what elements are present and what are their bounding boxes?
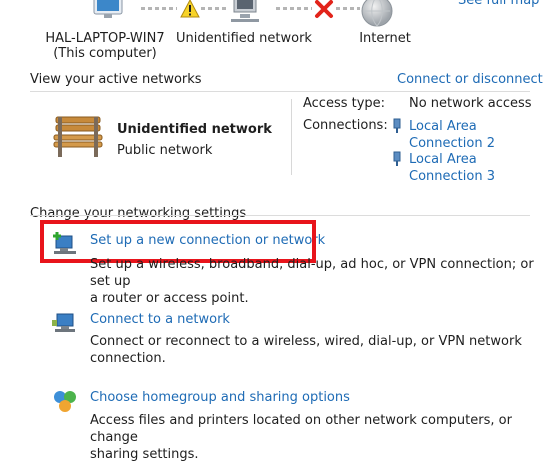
task-description: Connect or reconnect to a wireless, wire… [90,334,522,366]
access-type-value: No network access [409,96,532,111]
ethernet-plug-icon [392,118,402,134]
separator-2 [30,215,530,216]
access-type-label: Access type: [303,96,386,111]
connect-or-disconnect-link[interactable]: Connect or disconnect [397,72,543,87]
task-description: Set up a wireless, broadband, dial-up, a… [90,257,534,306]
public-network-bench-icon [52,113,104,159]
network-icon [228,0,264,24]
computer-icon [90,0,126,20]
separator-1 [30,91,530,92]
see-full-map-link[interactable]: See full map [458,0,539,8]
homegroup-sharing-link[interactable]: Choose homegroup and sharing options [90,390,350,405]
network-type-link[interactable]: Public network [117,143,212,158]
globe-icon [360,0,394,28]
connections-label: Connections: [303,118,388,133]
connector-line-3 [276,7,312,10]
homegroup-icon [52,389,78,415]
active-network-name: Unidentified network [117,122,272,137]
disconnected-x-icon [314,0,334,19]
computer-name-label: HAL-LAPTOP-WIN7 (This computer) [45,31,165,61]
connector-line-1 [141,7,177,10]
internet-label: Internet [359,31,411,46]
connect-to-network-link[interactable]: Connect to a network [90,312,230,327]
active-networks-heading: View your active networks [30,72,202,87]
connect-network-icon [52,310,78,336]
warning-icon [180,0,200,19]
task-description: Access files and printers located on oth… [90,413,512,462]
connection-link-2[interactable]: Local Area Connection 3 [409,151,495,185]
settings-heading: Change your networking settings [30,206,247,221]
ethernet-plug-icon [392,151,402,167]
connector-line-4 [336,7,360,10]
connector-line-2 [201,7,227,10]
connection-link-1[interactable]: Local Area Connection 2 [409,118,495,152]
network-map-label: Unidentified network [176,31,312,46]
info-divider [291,99,292,175]
